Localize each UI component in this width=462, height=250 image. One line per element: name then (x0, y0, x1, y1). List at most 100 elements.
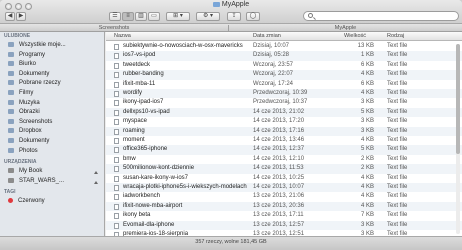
sidebar-item-label: Pobrane rzeczy (19, 80, 61, 87)
sidebar-item-my-book[interactable]: My Book (0, 167, 104, 177)
text-file-icon (114, 203, 119, 210)
sidebar-item-dokumenty-2[interactable]: Dokumenty (0, 137, 104, 147)
forward-button[interactable]: ▶ (16, 12, 26, 21)
documents-icon (8, 70, 14, 76)
sidebar-item-label: Obrazki (19, 109, 40, 116)
table-row[interactable]: roaming 14 cze 2013, 17:16 3 KB Text file (106, 126, 462, 136)
file-kind: Text file (387, 80, 408, 87)
window-title-text: MyApple (221, 1, 250, 8)
sidebar-item-dokumenty[interactable]: Dokumenty (0, 70, 104, 80)
status-bar: 357 rzeczy, wolne 181,45 GB (0, 236, 462, 250)
sidebar-item-muzyka[interactable]: Muzyka (0, 99, 104, 109)
search-field[interactable] (303, 11, 459, 21)
file-date: 13 cze 2013, 21:06 (253, 193, 305, 200)
file-size: 5 KB (360, 146, 374, 153)
sidebar-item-programy[interactable]: Programy (0, 51, 104, 61)
table-row[interactable]: wracaja-plotki-iphone5s-i-wiekszych-mode… (106, 183, 462, 193)
table-row[interactable]: ikony beta 13 cze 2013, 17:11 7 KB Text fil… (106, 211, 462, 220)
movies-icon (8, 89, 14, 95)
sidebar-item-screenshots[interactable]: Screenshots (0, 118, 104, 128)
table-row[interactable]: 500milionow-kont-dziennie 14 cze 2013, 11… (106, 164, 462, 174)
tab-myapple[interactable]: MyApple (228, 25, 462, 31)
sidebar-section-tags: TAGI (4, 189, 16, 196)
share-button[interactable]: ⇪ (227, 12, 241, 21)
sidebar-item-photos[interactable]: Photos (0, 147, 104, 157)
table-row[interactable]: rubber-banding Wczoraj, 22:07 4 KB Text fil… (106, 70, 462, 80)
file-kind: Text file (387, 184, 408, 190)
column-header-name[interactable]: Nazwa (114, 33, 131, 39)
table-row[interactable]: ifixit-nowe-mba-airport 13 cze 2013, 20:3… (106, 201, 462, 212)
sidebar-item-filmy[interactable]: Filmy (0, 89, 104, 99)
file-size: 2 KB (360, 165, 374, 172)
sidebar-item-tag-red[interactable]: Czerwony (0, 197, 104, 207)
downloads-icon (8, 80, 14, 86)
table-row[interactable]: wordify Przedwczoraj, 10:39 4 KB Text file (106, 89, 462, 99)
file-date: Wczoraj, 23:57 (253, 61, 294, 68)
scrollbar-thumb[interactable] (456, 44, 460, 154)
file-date: 14 cze 2013, 10:07 (253, 184, 305, 190)
file-date: 13 cze 2013, 12:57 (253, 221, 305, 228)
sidebar-item-obrazki[interactable]: Obrazki (0, 108, 104, 118)
sidebar-section-devices: URZĄDZENIA (4, 159, 37, 166)
view-list-button[interactable]: ≡ (122, 12, 134, 21)
file-date: 14 cze 2013, 13:46 (253, 137, 305, 143)
text-file-icon (114, 128, 119, 135)
column-header-size[interactable]: Wielkość (344, 33, 366, 39)
file-date: 13 cze 2013, 20:36 (253, 202, 305, 209)
table-row[interactable]: ios7-vs-ipod Dzisiaj, 05:28 1 KB Text file (106, 51, 462, 61)
view-coverflow-button[interactable]: ▭ (148, 12, 160, 21)
sidebar-item-label: Dokumenty (19, 137, 50, 144)
view-columns-button[interactable]: ▥ (135, 12, 147, 21)
file-date: 14 cze 2013, 17:20 (253, 118, 305, 125)
eject-icon[interactable] (94, 170, 98, 175)
file-date: 14 cze 2013, 21:02 (253, 108, 305, 115)
file-size: 6 KB (360, 80, 374, 87)
back-button[interactable]: ◀ (5, 12, 15, 21)
arrange-button[interactable]: ⊞ ▾ (166, 12, 190, 21)
vertical-scrollbar[interactable] (456, 44, 460, 234)
table-row[interactable]: myspace 14 cze 2013, 17:20 3 KB Text file (106, 117, 462, 126)
table-row[interactable]: ikony-ipad-ios7 Przedwczoraj, 10:37 3 KB Te… (106, 98, 462, 107)
action-button[interactable]: ⚙ ▾ (196, 12, 220, 21)
sidebar-item-biurko[interactable]: Biurko (0, 60, 104, 70)
sidebar-section-favorites: ULUBIONE (4, 33, 31, 39)
sidebar-item-label: Filmy (19, 89, 34, 96)
eject-icon[interactable] (94, 180, 98, 184)
table-row[interactable]: moment 14 cze 2013, 13:46 4 KB Text file (106, 136, 462, 145)
file-size: 7 KB (360, 212, 374, 219)
table-row[interactable]: dellxps10-vs-ipad 14 cze 2013, 21:02 5 KB T… (106, 107, 462, 118)
table-row[interactable]: susan-kare-ikony-w-ios7 14 cze 2013, 10:2… (106, 174, 462, 183)
text-file-icon (114, 53, 119, 60)
file-size: 4 KB (360, 137, 374, 143)
tab-screenshots[interactable]: Screenshots (0, 25, 228, 31)
table-row[interactable]: ifixit-mba-11 Wczoraj, 17:24 6 KB Text file (106, 80, 462, 89)
table-row[interactable]: Evomail-dla-iphone 13 cze 2013, 12:57 3 KB… (106, 220, 462, 230)
table-row[interactable]: subiektywnie-o-nowosciach-w-osx-maverick… (106, 42, 462, 51)
table-row[interactable]: tweetdeck Wczoraj, 23:57 6 KB Text file (106, 61, 462, 70)
sidebar-item-star-wars[interactable]: STAR_WARS_... (0, 177, 104, 187)
file-date: Wczoraj, 22:07 (253, 71, 294, 78)
column-header-kind[interactable]: Rodzaj (387, 33, 404, 39)
sidebar-item-pobrane[interactable]: Pobrane rzeczy (0, 79, 104, 89)
file-date: Wczoraj, 17:24 (253, 80, 294, 87)
file-date: Dzisiaj, 05:28 (253, 52, 290, 59)
sidebar-item-label: Dokumenty (19, 70, 50, 77)
sidebar: ULUBIONE Wszystkie moje... Programy Biur… (0, 32, 105, 236)
column-header-date[interactable]: Data zmian (253, 33, 281, 39)
view-icon-button[interactable]: ☰ (109, 12, 121, 21)
sidebar-item-all-files[interactable]: Wszystkie moje... (0, 41, 104, 51)
list-header: Nazwa Data zmian Wielkość Rodzaj (106, 32, 462, 41)
table-row[interactable]: office365-iphone 14 cze 2013, 12:37 5 KB Te… (106, 145, 462, 155)
table-row[interactable]: bmw 14 cze 2013, 12:10 2 KB Text file (106, 155, 462, 164)
file-size: 4 KB (360, 174, 374, 181)
tags-button[interactable]: ◯ (246, 12, 260, 21)
file-kind: Text file (387, 165, 408, 172)
sidebar-item-dropbox[interactable]: Dropbox (0, 127, 104, 137)
table-row[interactable]: iadworkbench 13 cze 2013, 21:06 4 KB Text f… (106, 192, 462, 201)
file-date: 14 cze 2013, 12:37 (253, 146, 305, 153)
file-kind: Text file (387, 174, 408, 181)
sidebar-item-label: Dropbox (19, 128, 42, 135)
file-kind: Text file (387, 127, 408, 134)
file-kind: Text file (387, 71, 408, 78)
text-file-icon (114, 91, 119, 97)
